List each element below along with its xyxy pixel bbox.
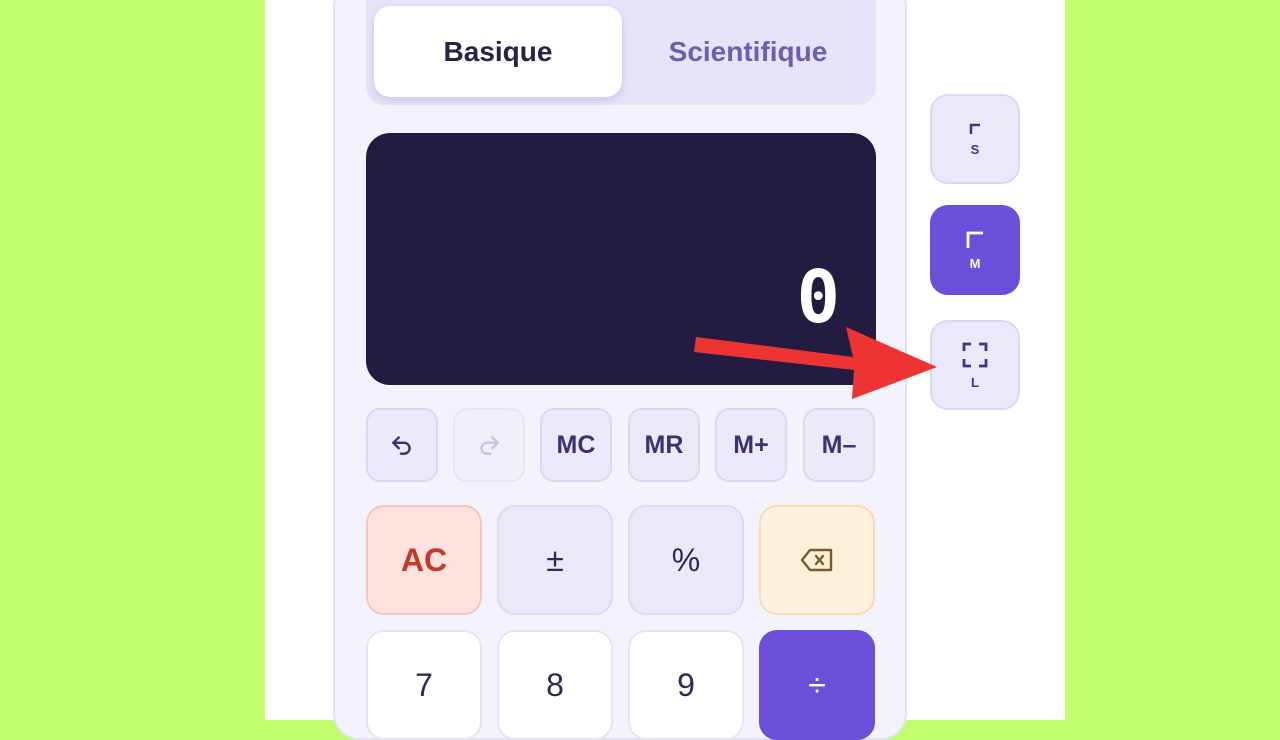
annotation-arrow bbox=[694, 327, 937, 399]
